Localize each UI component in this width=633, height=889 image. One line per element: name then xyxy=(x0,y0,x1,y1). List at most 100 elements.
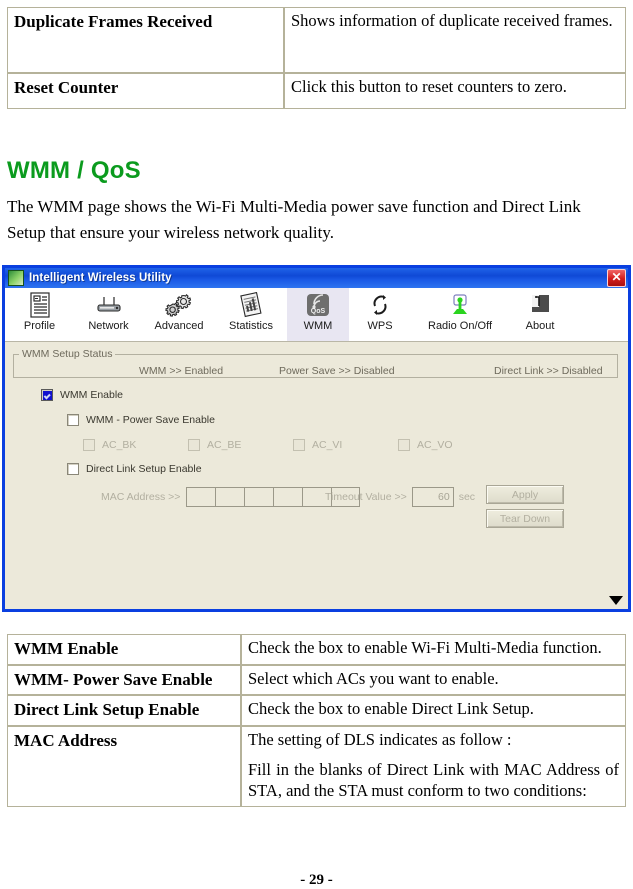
power-save-enable-label: WMM - Power Save Enable xyxy=(86,414,215,426)
status-wmm: WMM >> Enabled xyxy=(139,365,224,377)
ac-vi-label: AC_VI xyxy=(312,439,343,451)
access-category-row: AC_BK AC_BE AC_VI AC_VO xyxy=(83,439,503,451)
mac-address-input[interactable] xyxy=(244,487,274,507)
table-cell-paragraph: Select which ACs you want to enable. xyxy=(248,668,499,688)
wmm-enable-checkbox[interactable] xyxy=(41,389,53,401)
ac-vi-checkbox[interactable] xyxy=(293,439,305,451)
direct-link-setup-checkbox[interactable] xyxy=(67,463,79,475)
features-table-top: Duplicate Frames Received Shows informat… xyxy=(7,7,626,109)
direct-link-setup-row[interactable]: Direct Link Setup Enable xyxy=(67,463,202,475)
network-icon xyxy=(95,291,123,319)
table-row: Direct Link Setup Enable Check the box t… xyxy=(7,695,626,726)
apply-button[interactable]: Apply xyxy=(486,485,564,504)
status-direct-link: Direct Link >> Disabled xyxy=(494,365,603,377)
tab-label: WMM xyxy=(303,320,333,332)
table-cell-key: Direct Link Setup Enable xyxy=(7,695,241,726)
wmm-enable-row[interactable]: WMM Enable xyxy=(41,389,123,401)
wmm-settings-panel: WMM Setup Status WMM >> Enabled Power Sa… xyxy=(5,342,628,609)
timeout-unit-label: sec xyxy=(458,491,476,503)
wps-icon xyxy=(366,291,394,319)
tab-radio-onoff[interactable]: Radio On/Off xyxy=(411,288,509,341)
table-cell-key: WMM Enable xyxy=(7,634,241,665)
radio-onoff-icon xyxy=(446,291,474,319)
features-table-bottom: WMM Enable Check the box to enable Wi-Fi… xyxy=(7,634,626,807)
table-cell-key: MAC Address xyxy=(7,725,241,807)
table-cell-paragraph: Check the box to enable Wi-Fi Multi-Medi… xyxy=(248,638,602,657)
app-logo-icon xyxy=(8,270,24,286)
table-cell-value: Check the box to enable Direct Link Setu… xyxy=(241,695,626,726)
tab-label: Profile xyxy=(23,320,56,332)
statistics-icon xyxy=(237,291,265,319)
group-legend: WMM Setup Status xyxy=(22,348,113,360)
table-cell-value: The setting of DLS indicates as follow :… xyxy=(241,725,626,807)
table-cell-key: Duplicate Frames Received xyxy=(7,7,284,73)
table-row: Reset Counter Click this button to reset… xyxy=(7,73,626,109)
ac-bk-label: AC_BK xyxy=(102,439,137,451)
timeout-row: Timeout Value >> 60 sec xyxy=(325,487,475,507)
ac-bk-checkbox[interactable] xyxy=(83,439,95,451)
table-row: WMM Enable Check the box to enable Wi-Fi… xyxy=(7,634,626,665)
table-cell-paragraph: Fill in the blanks of Direct Link with M… xyxy=(248,759,619,800)
table-cell-paragraph: The setting of DLS indicates as follow : xyxy=(248,729,512,749)
tab-label: About xyxy=(525,320,555,332)
table-cell-value: Shows information of duplicate received … xyxy=(284,7,626,73)
tab-label: WPS xyxy=(367,320,393,332)
ac-vo-item[interactable]: AC_VO xyxy=(398,439,503,451)
tab-label: Advanced xyxy=(154,320,204,332)
svg-text:QoS: QoS xyxy=(311,308,326,315)
about-icon xyxy=(526,291,554,319)
mac-address-label: MAC Address >> xyxy=(101,491,181,503)
tab-wmm[interactable]: QoS WMM xyxy=(287,288,349,341)
tab-label: Network xyxy=(88,320,129,332)
tab-advanced[interactable]: Advanced xyxy=(143,288,215,341)
profile-icon xyxy=(26,291,54,319)
timeout-label: Timeout Value >> xyxy=(325,491,407,503)
status-power-save: Power Save >> Disabled xyxy=(279,365,395,377)
table-cell-paragraph: Check the box to enable Direct Link Setu… xyxy=(248,699,534,719)
ac-vo-label: AC_VO xyxy=(417,439,453,451)
tab-label: Statistics xyxy=(228,320,273,332)
tab-about[interactable]: About xyxy=(509,288,571,341)
table-row: Duplicate Frames Received Shows informat… xyxy=(7,7,626,73)
ac-vi-item[interactable]: AC_VI xyxy=(293,439,398,451)
mac-address-input[interactable] xyxy=(273,487,303,507)
section-intro-text: The WMM page shows the Wi-Fi Multi-Media… xyxy=(7,197,581,242)
application-window: Intelligent Wireless Utility ✕ Profile N… xyxy=(2,265,631,612)
mac-address-input[interactable] xyxy=(186,487,216,507)
wmm-enable-label: WMM Enable xyxy=(60,389,124,401)
window-title-bar: Intelligent Wireless Utility ✕ xyxy=(5,268,628,288)
tear-down-button[interactable]: Tear Down xyxy=(486,509,564,528)
table-row: MAC Address The setting of DLS indicates… xyxy=(7,725,626,807)
ac-bk-item[interactable]: AC_BK xyxy=(83,439,188,451)
power-save-enable-row[interactable]: WMM - Power Save Enable xyxy=(67,414,215,426)
power-save-enable-checkbox[interactable] xyxy=(67,414,79,426)
tab-profile[interactable]: Profile xyxy=(5,288,74,341)
page-number: - 29 - xyxy=(300,872,333,888)
table-cell-value: Click this button to reset counters to z… xyxy=(284,73,626,109)
mac-address-input[interactable] xyxy=(215,487,245,507)
tab-statistics[interactable]: Statistics xyxy=(215,288,287,341)
wmm-qos-icon: QoS xyxy=(304,291,332,319)
table-cell-key: WMM- Power Save Enable xyxy=(7,664,241,696)
tab-wps[interactable]: WPS xyxy=(349,288,411,341)
tab-label: Radio On/Off xyxy=(428,320,492,332)
chevron-down-icon[interactable] xyxy=(609,596,623,605)
ac-be-item[interactable]: AC_BE xyxy=(188,439,293,451)
table-cell-key: Reset Counter xyxy=(7,73,284,109)
window-title: Intelligent Wireless Utility xyxy=(29,272,172,284)
table-cell-value: Select which ACs you want to enable. xyxy=(241,664,626,696)
tab-network[interactable]: Network xyxy=(74,288,143,341)
direct-link-setup-label: Direct Link Setup Enable xyxy=(86,463,202,475)
timeout-input[interactable]: 60 xyxy=(411,487,454,507)
page-title: WMM / QoS xyxy=(7,157,141,184)
advanced-gear-icon xyxy=(165,291,193,319)
table-row: WMM- Power Save Enable Select which ACs … xyxy=(7,664,626,696)
ac-vo-checkbox[interactable] xyxy=(398,439,410,451)
ac-be-checkbox[interactable] xyxy=(188,439,200,451)
close-icon[interactable]: ✕ xyxy=(607,269,626,287)
mac-address-row: MAC Address >> xyxy=(101,487,361,507)
wmm-setup-status-group: WMM Setup Status WMM >> Enabled Power Sa… xyxy=(13,348,618,378)
ac-be-label: AC_BE xyxy=(207,439,242,451)
table-cell-value: Check the box to enable Wi-Fi Multi-Medi… xyxy=(241,634,626,665)
main-toolbar: Profile Network Advanced Statistics QoS … xyxy=(5,288,628,342)
